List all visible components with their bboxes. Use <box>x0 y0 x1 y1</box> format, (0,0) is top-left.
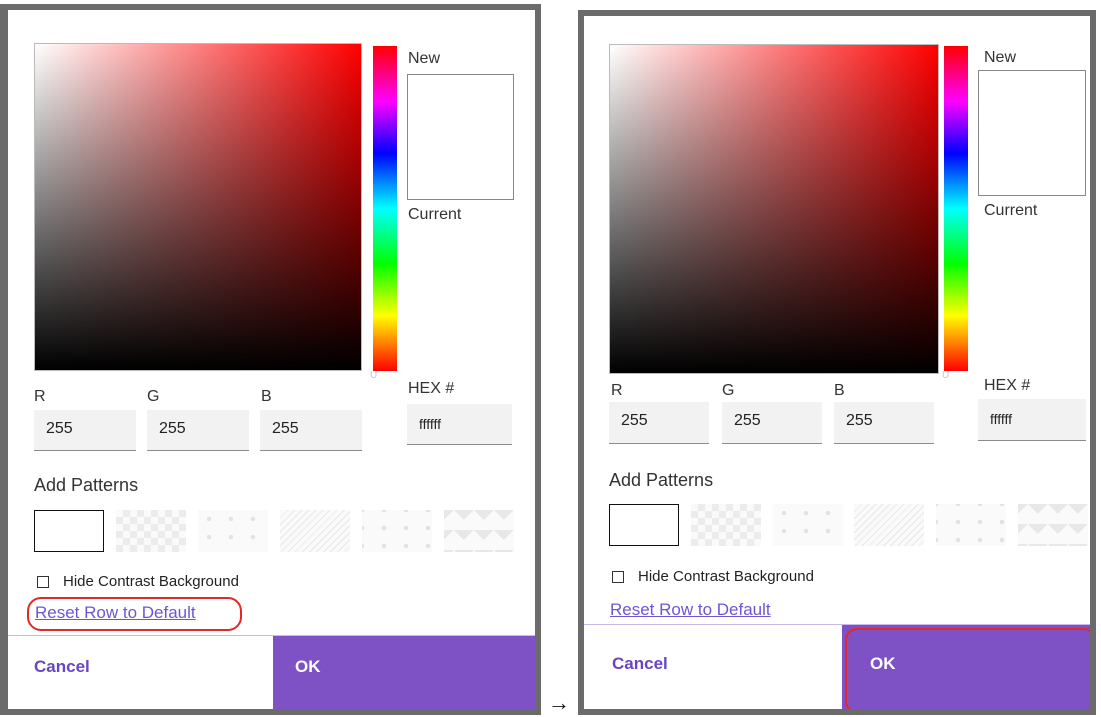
hue-slider[interactable] <box>373 46 397 371</box>
highlight-ok-button <box>845 628 1090 709</box>
new-color-swatch <box>407 74 514 200</box>
green-input[interactable]: 255 <box>722 402 822 444</box>
cancel-button[interactable]: Cancel <box>584 625 842 709</box>
pattern-zigzag[interactable] <box>1018 504 1088 546</box>
new-color-swatch <box>978 70 1086 196</box>
saturation-value-picker[interactable] <box>34 43 362 371</box>
red-input[interactable]: 255 <box>609 402 709 444</box>
pattern-diagonal-stripes[interactable] <box>854 504 924 546</box>
pattern-none[interactable] <box>34 510 104 552</box>
add-patterns-title: Add Patterns <box>609 470 714 490</box>
hex-label: HEX # <box>408 380 455 397</box>
pattern-none[interactable] <box>609 504 679 546</box>
saturation-value-picker[interactable] <box>609 44 939 374</box>
green-input[interactable]: 255 <box>147 410 249 451</box>
blue-label: B <box>261 388 272 405</box>
color-picker-dialog-after: U New Current R G B HEX # 255 255 255 ff… <box>578 10 1096 715</box>
blue-input[interactable]: 255 <box>834 402 934 444</box>
pattern-dots-offset[interactable] <box>936 504 1006 546</box>
color-picker-dialog-before: U New Current R G B HEX # 255 255 255 ff… <box>0 4 541 715</box>
pattern-dots[interactable] <box>773 504 843 546</box>
green-label: G <box>147 388 160 405</box>
hue-marker: U <box>370 370 378 381</box>
pattern-diagonal-stripes[interactable] <box>280 510 350 552</box>
hex-input[interactable]: ffffff <box>978 399 1086 441</box>
ok-button[interactable]: OK <box>273 636 535 709</box>
reset-row-link[interactable]: Reset Row to Default <box>610 600 771 620</box>
new-color-label: New <box>984 49 1017 66</box>
hue-slider[interactable] <box>944 46 968 371</box>
current-color-label: Current <box>984 202 1038 219</box>
pattern-checkerboard[interactable] <box>116 510 186 552</box>
hex-label: HEX # <box>984 377 1031 394</box>
pattern-dots[interactable] <box>198 510 268 552</box>
red-label: R <box>34 388 46 405</box>
hide-contrast-label: Hide Contrast Background <box>63 573 239 590</box>
hide-contrast-checkbox[interactable] <box>612 570 624 583</box>
pattern-zigzag[interactable] <box>444 510 514 552</box>
green-label: G <box>722 382 735 399</box>
hide-contrast-row[interactable]: Hide Contrast Background <box>37 573 239 590</box>
transition-arrow: → <box>548 690 570 715</box>
hue-marker: U <box>942 370 950 381</box>
red-label: R <box>611 382 623 399</box>
blue-input[interactable]: 255 <box>260 410 362 451</box>
pattern-checkerboard[interactable] <box>691 504 761 546</box>
cancel-button[interactable]: Cancel <box>8 636 273 709</box>
hide-contrast-row[interactable]: Hide Contrast Background <box>612 568 814 585</box>
add-patterns-title: Add Patterns <box>34 475 139 495</box>
current-color-label: Current <box>408 206 462 223</box>
hide-contrast-checkbox[interactable] <box>37 575 49 588</box>
hex-input[interactable]: ffffff <box>407 404 512 445</box>
pattern-dots-offset[interactable] <box>362 510 432 552</box>
highlight-reset-link <box>27 597 242 631</box>
hide-contrast-label: Hide Contrast Background <box>638 568 814 585</box>
blue-label: B <box>834 382 845 399</box>
red-input[interactable]: 255 <box>34 410 136 451</box>
new-color-label: New <box>408 50 441 67</box>
